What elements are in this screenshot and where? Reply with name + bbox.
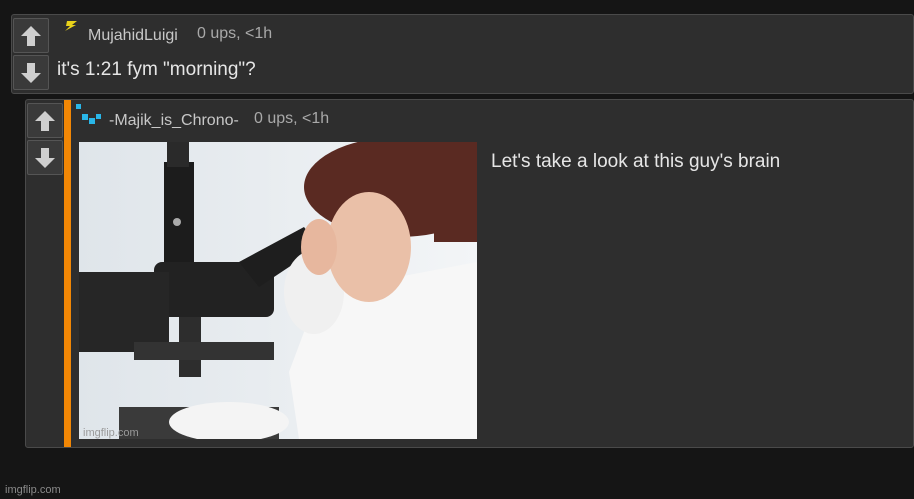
comment-author[interactable]: MujahidLuigi bbox=[88, 27, 178, 45]
comment-meta: 0 ups, <1h bbox=[197, 25, 273, 42]
downvote-button[interactable] bbox=[13, 55, 49, 90]
arrow-down-icon bbox=[35, 147, 55, 168]
lightning-bolt-icon bbox=[65, 21, 77, 31]
downvote-button[interactable] bbox=[27, 140, 63, 175]
comment-author[interactable]: -Majik_is_Chrono- bbox=[109, 112, 239, 130]
arrow-up-icon bbox=[35, 110, 55, 131]
thread-bar bbox=[64, 100, 71, 447]
image-watermark: imgflip.com bbox=[83, 427, 139, 439]
comment-image[interactable]: imgflip.com bbox=[79, 142, 477, 439]
pixel-dots-icon bbox=[76, 104, 101, 124]
upvote-button[interactable] bbox=[13, 18, 49, 53]
scientist-microscope-image bbox=[79, 142, 477, 439]
comment: MujahidLuigi 0 ups, <1h it's 1:21 fym "m… bbox=[11, 14, 914, 94]
arrow-up-icon bbox=[21, 25, 41, 46]
comment-meta: 0 ups, <1h bbox=[254, 110, 330, 127]
reply-comment: -Majik_is_Chrono- 0 ups, <1h imgflip.com… bbox=[25, 99, 914, 448]
upvote-button[interactable] bbox=[27, 103, 63, 138]
comment-text: Let's take a look at this guy's brain bbox=[491, 151, 781, 172]
comment-text: it's 1:21 fym "morning"? bbox=[57, 59, 256, 80]
footer-watermark: imgflip.com bbox=[5, 484, 61, 496]
arrow-down-icon bbox=[21, 62, 41, 83]
